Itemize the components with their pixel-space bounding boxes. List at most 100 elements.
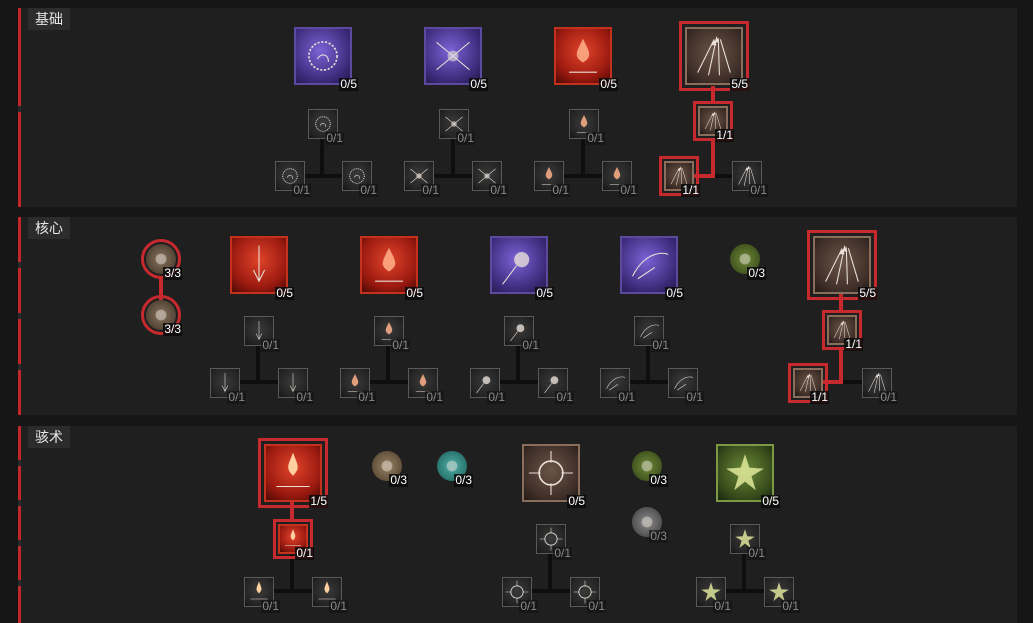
skill-rank-count: 0/5 [275, 286, 294, 300]
skill-rank-count: 0/3 [389, 473, 408, 487]
section-progress-segment [18, 426, 21, 460]
skill-rank-count: 0/1 [651, 338, 670, 352]
skill-rank-count: 0/1 [519, 599, 538, 613]
skill-node-s2-blood-lance-b[interactable]: 0/1 [278, 368, 314, 404]
skill-node-s2-blood-surge[interactable]: 0/5 [360, 236, 424, 300]
skill-node-s2-bone-spear-a[interactable]: 1/1 [788, 363, 829, 404]
skill-node-s2-blight[interactable]: 0/5 [490, 236, 554, 300]
skill-rank-count: 0/1 [619, 183, 638, 197]
section-progress-segment [18, 506, 21, 540]
section-progress-segment [18, 466, 21, 500]
skill-node-s3-blight-burst-a[interactable]: 0/1 [696, 577, 732, 613]
skill-node-s1-bone-spirit-u[interactable]: 0/1 [308, 109, 344, 145]
skill-node-s1-bone-splinters-a[interactable]: 1/1 [659, 156, 700, 197]
skill-node-s3-corpse-explosion[interactable]: 1/5 [258, 438, 328, 508]
skill-rank-count: 0/1 [359, 183, 378, 197]
skill-rank-count: 0/1 [587, 599, 606, 613]
section-progress-segment [18, 268, 21, 313]
section-progress-segment [18, 8, 21, 106]
skill-rank-count: 0/1 [555, 390, 574, 404]
skill-rank-count: 0/1 [325, 131, 344, 145]
skill-rank-count: 0/1 [357, 390, 376, 404]
skill-node-s2-bone-spear[interactable]: 5/5 [807, 230, 877, 300]
skill-node-s1-bone-splinters[interactable]: 5/5 [679, 21, 749, 91]
skill-rank-count: 0/1 [879, 390, 898, 404]
skill-rank-count: 0/1 [489, 183, 508, 197]
section-progress-segment [18, 546, 21, 580]
skill-node-s2-blood-lance[interactable]: 0/5 [230, 236, 294, 300]
skill-node-s2-blood-surge-u[interactable]: 0/1 [374, 316, 410, 352]
skill-rank-count: 0/1 [391, 338, 410, 352]
skill-node-s2-sever-b[interactable]: 0/1 [668, 368, 704, 404]
skill-node-s1-bone-splinters-b[interactable]: 0/1 [732, 161, 768, 197]
skill-node-s2-passive-a[interactable]: 3/3 [141, 239, 182, 280]
skill-rank-count: 0/5 [761, 494, 780, 508]
skill-node-s2-blood-surge-b[interactable]: 0/1 [408, 368, 444, 404]
skill-rank-count: 0/1 [456, 131, 475, 145]
skill-rank-count: 0/1 [749, 183, 768, 197]
skill-node-s1-bone-spirit-b[interactable]: 0/1 [342, 161, 378, 197]
skill-rank-count: 0/5 [535, 286, 554, 300]
skill-rank-count: 1/1 [715, 128, 734, 142]
skill-rank-count: 0/1 [295, 390, 314, 404]
skill-node-s3-corpse-tendrils-a[interactable]: 0/1 [502, 577, 538, 613]
skill-node-s3-corpse-tendrils-u[interactable]: 0/1 [536, 524, 572, 560]
skill-node-s2-green-passive[interactable]: 0/3 [730, 244, 766, 280]
skill-node-s2-blood-lance-u[interactable]: 0/1 [244, 316, 280, 352]
skill-node-s1-bone-splinters-u[interactable]: 1/1 [693, 101, 734, 142]
skill-rank-count: 0/3 [649, 473, 668, 487]
skill-node-s2-blight-u[interactable]: 0/1 [504, 316, 540, 352]
section-progress-segment [18, 112, 21, 207]
section-title: 基础 [28, 8, 70, 30]
skill-node-s1-skull-b[interactable]: 0/1 [472, 161, 508, 197]
skill-node-s2-sever[interactable]: 0/5 [620, 236, 684, 300]
skill-rank-count: 0/1 [747, 546, 766, 560]
skill-node-s2-blood-surge-a[interactable]: 0/1 [340, 368, 376, 404]
skill-node-s1-bone-spirit[interactable]: 0/5 [294, 27, 358, 91]
skill-node-s2-passive-b[interactable]: 3/3 [141, 295, 182, 336]
skill-node-s1-blood-u[interactable]: 0/1 [569, 109, 605, 145]
skill-rank-count: 0/1 [261, 599, 280, 613]
skill-rank-count: 5/5 [730, 77, 749, 91]
skill-node-s3-corpse-tendrils-b[interactable]: 0/1 [570, 577, 606, 613]
skill-node-s3-blight-burst[interactable]: 0/5 [716, 444, 780, 508]
skill-node-s1-blood[interactable]: 0/5 [554, 27, 618, 91]
section-progress-segment [18, 217, 21, 262]
skill-node-s3-passive-grey[interactable]: 0/3 [632, 507, 668, 543]
skill-node-s1-bone-spirit-a[interactable]: 0/1 [275, 161, 311, 197]
skill-node-s2-bone-spear-b[interactable]: 0/1 [862, 368, 898, 404]
skill-rank-count: 1/1 [844, 337, 863, 351]
skill-rank-count: 1/1 [810, 390, 829, 404]
skill-node-s3-corpse-tendrils[interactable]: 0/5 [522, 444, 586, 508]
skill-rank-count: 0/1 [261, 338, 280, 352]
skill-node-s1-blood-a[interactable]: 0/1 [534, 161, 570, 197]
skill-node-s3-corpse-explosion-a[interactable]: 0/1 [244, 577, 280, 613]
skill-node-s3-blight-burst-u[interactable]: 0/1 [730, 524, 766, 560]
skill-rank-count: 0/1 [329, 599, 348, 613]
skill-rank-count: 0/1 [521, 338, 540, 352]
skill-rank-count: 0/5 [469, 77, 488, 91]
skill-rank-count: 0/1 [425, 390, 444, 404]
skill-node-s1-skull-a[interactable]: 0/1 [404, 161, 440, 197]
skill-node-s1-blood-b[interactable]: 0/1 [602, 161, 638, 197]
skill-rank-count: 0/5 [567, 494, 586, 508]
skill-node-s2-blight-b[interactable]: 0/1 [538, 368, 574, 404]
skill-node-s3-corpse-explosion-b[interactable]: 0/1 [312, 577, 348, 613]
section-basic: 基础 [18, 8, 1017, 207]
skill-node-s1-skull-u[interactable]: 0/1 [439, 109, 475, 145]
skill-node-s3-passive-tan[interactable]: 0/3 [372, 451, 408, 487]
skill-node-s2-blight-a[interactable]: 0/1 [470, 368, 506, 404]
skill-node-s2-sever-u[interactable]: 0/1 [634, 316, 670, 352]
skill-rank-count: 0/5 [405, 286, 424, 300]
section-title: 骇术 [28, 426, 70, 448]
skill-node-s2-bone-spear-u[interactable]: 1/1 [822, 310, 863, 351]
skill-rank-count: 0/5 [599, 77, 618, 91]
skill-node-s3-blight-burst-b[interactable]: 0/1 [764, 577, 800, 613]
skill-rank-count: 0/1 [421, 183, 440, 197]
skill-node-s2-blood-lance-a[interactable]: 0/1 [210, 368, 246, 404]
skill-node-s2-sever-a[interactable]: 0/1 [600, 368, 636, 404]
skill-node-s3-passive-green[interactable]: 0/3 [632, 451, 668, 487]
skill-node-s3-corpse-explosion-u[interactable]: 0/1 [273, 519, 314, 560]
skill-node-s1-skull[interactable]: 0/5 [424, 27, 488, 91]
skill-node-s3-passive-teal[interactable]: 0/3 [437, 451, 473, 487]
